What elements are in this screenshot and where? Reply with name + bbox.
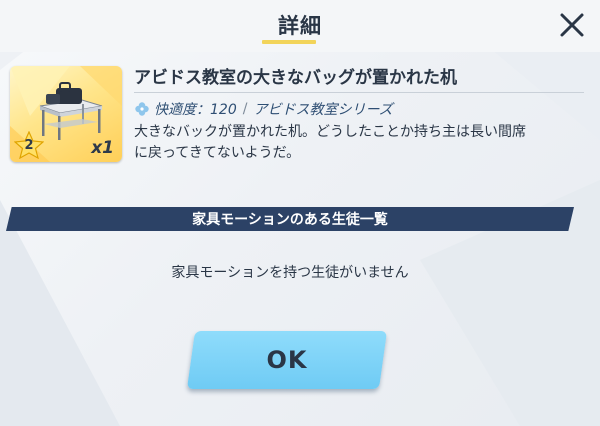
item-meta: 快適度：120 / アビドス教室シリーズ <box>134 99 393 119</box>
desk-with-bag-icon <box>39 82 103 140</box>
comfort-clover-icon <box>135 102 149 116</box>
comfort-value: 快適度：120 <box>154 102 237 118</box>
section-title: 家具モーションのある生徒一覧 <box>192 212 388 228</box>
rarity-number: 2 <box>24 138 34 153</box>
item-thumbnail: 2 x1 <box>10 66 122 162</box>
ok-button[interactable]: OK <box>186 331 388 389</box>
item-name: アビドス教室の大きなバッグが置かれた机 <box>134 68 457 88</box>
description-line-1: 大きなバックが置かれた机。どうしたことか持ち主は長い間席 <box>134 124 526 140</box>
dialog-title: 詳細 <box>278 14 322 38</box>
section-banner: 家具モーションのある生徒一覧 <box>6 207 574 231</box>
ok-button-label: OK <box>266 346 308 374</box>
close-icon <box>560 13 584 37</box>
item-quantity: x1 <box>91 138 114 158</box>
empty-student-message: 家具モーションを持つ生徒がいません <box>171 265 409 281</box>
divider <box>134 92 584 93</box>
meta-separator: / <box>242 101 248 117</box>
title-underline <box>262 40 316 44</box>
close-button[interactable] <box>555 8 589 42</box>
furniture-detail-dialog: 詳細 2 x1 アビドス教室の大きなバッグが置かれた机 快適度：120 / アビ… <box>0 0 600 426</box>
item-description: 大きなバックが置かれた机。どうしたことか持ち主は長い間席 に戻ってきてないようだ… <box>134 122 589 164</box>
dialog-header: 詳細 <box>0 0 600 52</box>
description-line-2: に戻ってきてないようだ。 <box>134 145 301 161</box>
series-name: アビドス教室シリーズ <box>253 102 393 118</box>
